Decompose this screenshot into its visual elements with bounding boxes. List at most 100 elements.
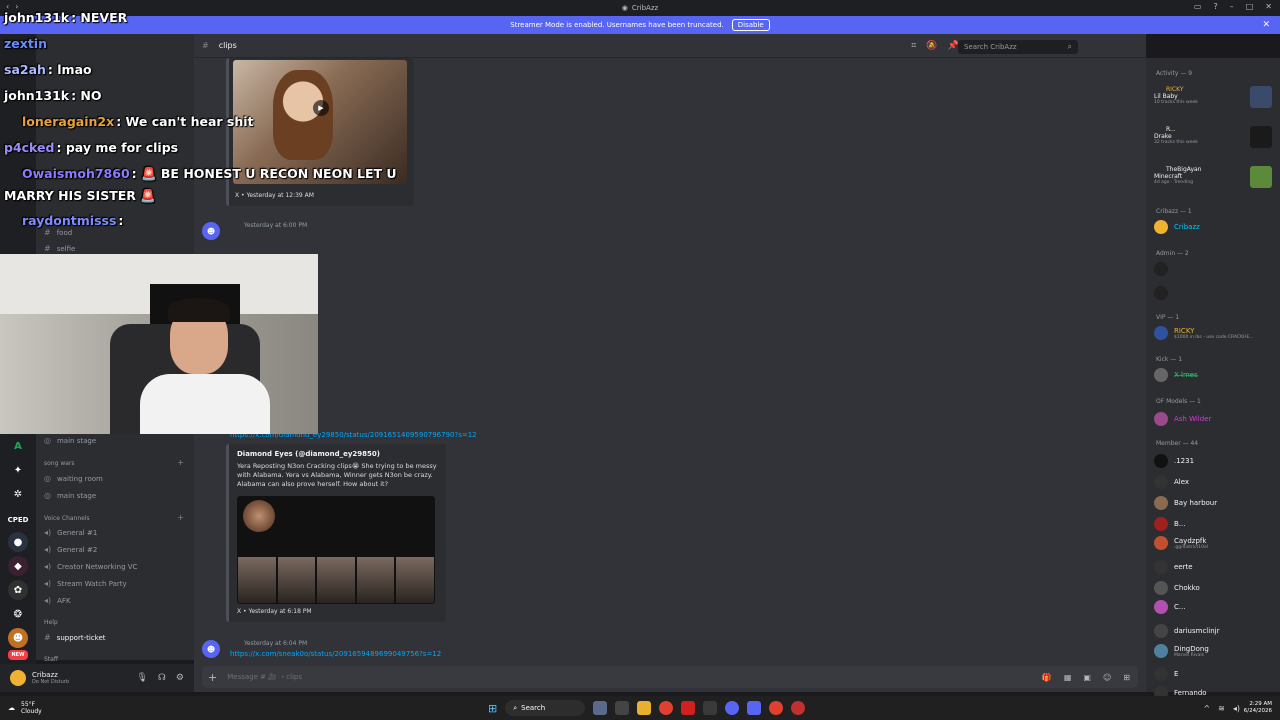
app-icon-1[interactable]	[593, 701, 608, 715]
member-item[interactable]: .1231	[1154, 454, 1194, 468]
server-icon-10[interactable]: ☻	[8, 628, 28, 648]
member-item[interactable]: C...	[1154, 600, 1186, 614]
member-item[interactable]: Bay harbour	[1154, 496, 1217, 510]
server-icon-9[interactable]: ❂	[8, 604, 28, 624]
member-item[interactable]: Ash Wilder	[1154, 412, 1211, 426]
voice-stream-watch-party[interactable]: ◂) Stream Watch Party	[44, 579, 127, 588]
add-channel-icon[interactable]: +	[177, 458, 184, 467]
voice-afk[interactable]: ◂) AFK	[44, 596, 71, 605]
app-icon-dark[interactable]	[703, 701, 718, 715]
avatar[interactable]: ☻	[202, 222, 220, 240]
category-song-wars[interactable]: song wars	[44, 460, 75, 467]
discord-active-icon[interactable]	[747, 701, 762, 715]
server-icon-7[interactable]: ◆	[8, 556, 28, 576]
close-banner-icon[interactable]: ✕	[1262, 20, 1270, 30]
search-input[interactable]: Search CribAzz ⌕	[958, 40, 1078, 54]
channel-main-stage[interactable]: ◎ main stage	[44, 436, 96, 445]
member-item[interactable]: DingDong Marvel Rivals	[1154, 644, 1209, 658]
member-item[interactable]: Caydzpfk .gg/district10el	[1154, 536, 1208, 550]
gif-icon[interactable]: ▦	[1064, 673, 1072, 682]
message-input[interactable]: + Message # 🎥 ・clips 🎁 ▦ ▣ ☺ ⊞	[202, 666, 1138, 688]
avatar[interactable]	[10, 670, 26, 686]
sticker-icon[interactable]: ▣	[1083, 673, 1091, 682]
member-item[interactable]: dariusmclinjr	[1154, 624, 1219, 638]
maximize-icon[interactable]: □	[1246, 2, 1254, 11]
server-icon-wolf[interactable]: ✦	[8, 460, 28, 480]
clock[interactable]: 2:29 AM 6/24/2026	[1244, 701, 1272, 715]
category-help[interactable]: Help	[44, 619, 58, 626]
threads-icon[interactable]: ⌗	[911, 41, 916, 51]
activity-item[interactable]: TheBigAyan Minecraft 4d ago · Trending	[1154, 166, 1272, 196]
chrome-icon[interactable]	[659, 701, 674, 715]
file-explorer-icon[interactable]	[637, 701, 652, 715]
member-item[interactable]: Alex	[1154, 475, 1189, 489]
wifi-icon[interactable]: ≋	[1218, 704, 1225, 713]
server-icon-gear[interactable]: ✲	[8, 484, 28, 504]
apps-icon[interactable]: ⊞	[1123, 673, 1130, 682]
member-item[interactable]: X̶ l̶m̶e̶s̶	[1154, 368, 1198, 382]
member-item[interactable]	[1154, 262, 1174, 276]
chat-line: loneragain2x: We can't hear shit	[4, 114, 254, 129]
channel-selfie[interactable]: # selfie	[44, 244, 75, 253]
member-item[interactable]: eerte	[1154, 560, 1193, 574]
member-item[interactable]: RICKY $1000 in lbs - use code CRACKHE...	[1154, 326, 1254, 340]
inbox-icon[interactable]: ▭	[1194, 2, 1202, 11]
member-item[interactable]: Chokko	[1154, 581, 1200, 595]
server-icon-a[interactable]: A	[8, 436, 28, 456]
emoji-icon[interactable]: ☺	[1103, 673, 1111, 682]
channel-food[interactable]: # food	[44, 228, 72, 237]
add-voice-channel-icon[interactable]: +	[177, 513, 184, 522]
tweet-image[interactable]	[237, 496, 435, 604]
discord-taskbar-icon[interactable]	[725, 701, 740, 715]
voice-creator-networking[interactable]: ◂) Creator Networking VC	[44, 562, 137, 571]
help-icon[interactable]: ?	[1213, 2, 1217, 11]
server-icon-cped[interactable]: CPED	[8, 510, 28, 530]
avatar[interactable]: ☻	[202, 640, 220, 658]
channel-label: waiting room	[56, 474, 103, 483]
channel-support-ticket[interactable]: # support-ticket	[44, 633, 106, 642]
member-item[interactable]	[1154, 286, 1174, 300]
voice-general-1[interactable]: ◂) General #1	[44, 528, 97, 537]
volume-icon[interactable]: ◂)	[1233, 704, 1240, 713]
chrome-icon-2[interactable]	[769, 701, 784, 715]
play-icon[interactable]: ▶	[313, 100, 329, 116]
user-info[interactable]: Cribazz Do Not Disturb	[32, 671, 69, 685]
message-link[interactable]: https://x.com/sneak0o/status/20916594896…	[230, 650, 441, 658]
attach-plus-icon[interactable]: +	[208, 671, 217, 684]
notification-bell-icon[interactable]: 🔕	[926, 41, 937, 51]
member-item[interactable]: B...	[1154, 517, 1185, 531]
windows-start-icon[interactable]: ⊞	[488, 702, 497, 715]
disable-streamer-mode-button[interactable]: Disable	[731, 19, 770, 31]
system-tray: ^ ≋ ◂)	[1203, 704, 1240, 713]
game-icon	[1250, 166, 1272, 188]
username: Cribazz	[32, 671, 58, 679]
streamer-mode-banner: Streamer Mode is enabled. Usernames have…	[0, 16, 1280, 34]
chat-user: loneragain2x	[22, 114, 115, 129]
category-voice-channels[interactable]: Voice Channels	[44, 515, 90, 522]
mic-icon[interactable]: 🎙	[136, 673, 147, 683]
activity-item[interactable]: RICKY Lil Baby 10 tracks this week	[1154, 86, 1272, 116]
chevron-up-icon[interactable]: ^	[1203, 704, 1210, 713]
app-icon-obs[interactable]	[791, 701, 806, 715]
category-staff[interactable]: Staff	[44, 656, 58, 663]
weather-widget[interactable]: ☁ 55°F Cloudy	[8, 701, 42, 715]
server-icon-8[interactable]: ✿	[8, 580, 28, 600]
tweet-author[interactable]: Diamond Eyes (@diamond_ey29850)	[237, 450, 380, 458]
member-item[interactable]: Cribazz	[1154, 220, 1200, 234]
channel-waiting-room[interactable]: ◎ waiting room	[44, 474, 103, 483]
server-icon-6[interactable]: ●	[8, 532, 28, 552]
voice-general-2[interactable]: ◂) General #2	[44, 545, 97, 554]
minimize-icon[interactable]: –	[1230, 2, 1234, 11]
headset-icon[interactable]: ☊	[158, 673, 166, 683]
close-window-icon[interactable]: ✕	[1265, 2, 1272, 11]
app-icon-red[interactable]	[681, 701, 696, 715]
task-view-icon[interactable]	[615, 701, 630, 715]
channel-main-stage-2[interactable]: ◎ main stage	[44, 491, 96, 500]
activity-item[interactable]: R... Drake 32 tracks this week	[1154, 126, 1272, 156]
chat-message: : NEVER	[71, 10, 128, 25]
gift-icon[interactable]: 🎁	[1042, 673, 1052, 682]
member-name: DingDong	[1174, 644, 1209, 653]
settings-gear-icon[interactable]: ⚙	[176, 673, 184, 683]
taskbar-search[interactable]: ⌕ Search	[505, 700, 586, 716]
member-item[interactable]: E	[1154, 667, 1178, 681]
